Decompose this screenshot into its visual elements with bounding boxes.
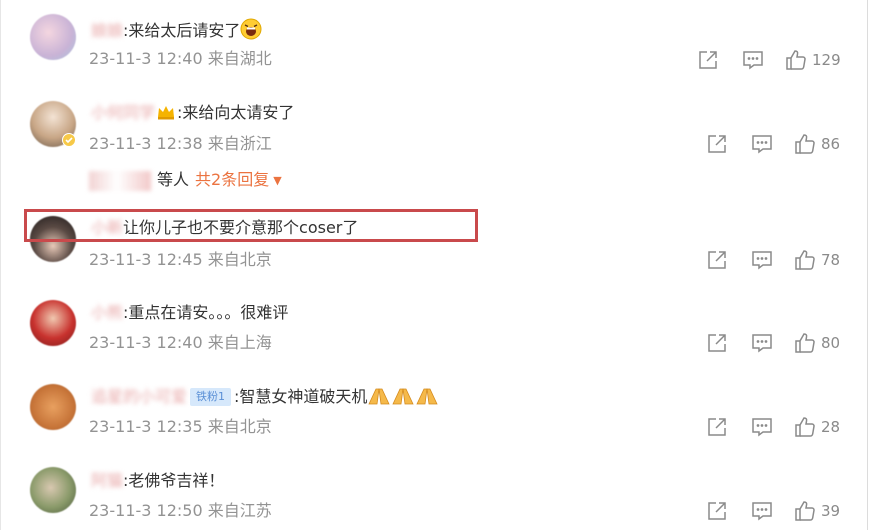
replies-summary[interactable]: 等人 共2条回复 ▼ bbox=[89, 168, 282, 193]
fan-badge: 铁粉1 bbox=[190, 388, 232, 406]
share-icon[interactable] bbox=[705, 248, 729, 272]
comment-text: :老佛爷吉祥！ bbox=[123, 471, 225, 490]
avatar[interactable] bbox=[30, 467, 76, 513]
share-icon[interactable] bbox=[705, 331, 729, 355]
comment-meta: 23-11-3 12:40 来自湖北 bbox=[89, 49, 272, 68]
comment-text: :重点在请安。。。很难评 bbox=[123, 303, 289, 322]
comment-icon[interactable] bbox=[741, 48, 765, 72]
like-count: 78 bbox=[821, 251, 841, 269]
crown-icon bbox=[158, 106, 175, 120]
comment-actions: 78 bbox=[705, 248, 855, 272]
share-icon[interactable] bbox=[705, 499, 729, 523]
reply-usernames[interactable] bbox=[89, 170, 151, 191]
like-count: 80 bbox=[821, 334, 841, 352]
comment-actions: 86 bbox=[705, 132, 855, 156]
comment-text: :来给向太请安了 bbox=[177, 103, 295, 122]
comment-text: :来给太后请安了 bbox=[123, 21, 241, 40]
like-icon[interactable] bbox=[793, 331, 817, 355]
comment-actions: 129 bbox=[696, 48, 856, 72]
username[interactable]: 追星的小可爱 bbox=[91, 387, 187, 406]
praying-hands-emoji bbox=[368, 388, 439, 405]
share-icon[interactable] bbox=[705, 132, 729, 156]
comment-meta: 23-11-3 12:50 来自江苏 bbox=[89, 501, 272, 520]
like-icon[interactable] bbox=[793, 415, 817, 439]
comment-icon[interactable] bbox=[750, 331, 774, 355]
highlight-box bbox=[24, 209, 478, 242]
like-icon[interactable] bbox=[784, 48, 808, 72]
like-icon[interactable] bbox=[793, 132, 817, 156]
username[interactable]: 小何同学 bbox=[91, 103, 155, 122]
like-count: 129 bbox=[812, 51, 841, 69]
avatar[interactable] bbox=[30, 14, 76, 60]
comment-actions: 39 bbox=[705, 499, 855, 523]
comment-text: :智慧女神道破天机 bbox=[234, 387, 368, 406]
comment-actions: 80 bbox=[705, 331, 855, 355]
like-icon[interactable] bbox=[793, 248, 817, 272]
comment-meta: 23-11-3 12:38 来自浙江 bbox=[89, 134, 272, 153]
comment-icon[interactable] bbox=[750, 499, 774, 523]
comment-meta: 23-11-3 12:45 来自北京 bbox=[89, 250, 272, 269]
reply-count-link[interactable]: 共2条回复 bbox=[195, 170, 269, 189]
username[interactable]: 小熊 bbox=[91, 303, 123, 322]
like-icon[interactable] bbox=[793, 499, 817, 523]
username[interactable]: 阿猫 bbox=[91, 471, 123, 490]
comment-meta: 23-11-3 12:40 来自上海 bbox=[89, 333, 272, 352]
grinning-emoji bbox=[240, 18, 262, 40]
comment-actions: 28 bbox=[705, 415, 855, 439]
like-count: 28 bbox=[821, 418, 841, 436]
verified-icon bbox=[62, 133, 76, 147]
comment-icon[interactable] bbox=[750, 415, 774, 439]
share-icon[interactable] bbox=[696, 48, 720, 72]
comment-icon[interactable] bbox=[750, 132, 774, 156]
comment-meta: 23-11-3 12:35 来自北京 bbox=[89, 417, 272, 436]
avatar[interactable] bbox=[30, 300, 76, 346]
like-count: 39 bbox=[821, 502, 841, 520]
username[interactable]: 娘娘 bbox=[91, 21, 123, 40]
share-icon[interactable] bbox=[705, 415, 729, 439]
comment-icon[interactable] bbox=[750, 248, 774, 272]
replies-others-label: 等人 bbox=[157, 170, 190, 189]
caret-down-icon[interactable]: ▼ bbox=[273, 174, 281, 187]
avatar[interactable] bbox=[30, 384, 76, 430]
like-count: 86 bbox=[821, 135, 841, 153]
